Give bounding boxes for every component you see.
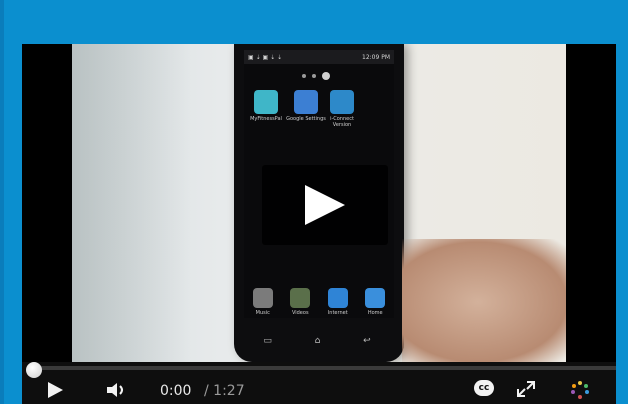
page-dot-active	[322, 72, 330, 80]
app-label: Google Settings	[286, 116, 326, 122]
dock-app-videos: Videos	[285, 288, 315, 316]
dock-app-internet: Internet	[323, 288, 353, 316]
music-icon	[252, 288, 273, 308]
fullscreen-button[interactable]	[516, 380, 536, 402]
time-current: 0:00	[160, 383, 192, 399]
phone-nav-bar: ▭ ⌂ ↩	[242, 336, 392, 346]
status-icons: ▣ ⇣ ▣ ⇣ ⇣	[248, 53, 283, 61]
myfitnesspal-icon	[254, 90, 278, 114]
scene-shadow	[72, 44, 192, 362]
fullscreen-icon	[517, 381, 535, 397]
closed-captions-icon: cc	[474, 380, 494, 396]
app-google-settings: Google Settings	[286, 90, 326, 122]
hand-in-video	[402, 239, 566, 362]
dock-label: Internet	[327, 310, 348, 316]
videos-icon	[290, 288, 311, 308]
status-time: 12:09 PM	[362, 53, 390, 61]
play-button[interactable]	[46, 381, 64, 403]
app-myfitnesspal: MyFitnessPal	[246, 90, 286, 122]
app-iconnect-version: i-Connect Version	[322, 90, 362, 128]
dock-app-home: Home	[360, 288, 390, 316]
sparkle-icon	[571, 381, 589, 399]
google-settings-icon	[294, 90, 318, 114]
video-player[interactable]: ▣ ⇣ ▣ ⇣ ⇣ 12:09 PM MyFitnessPal Google S…	[22, 44, 616, 404]
dock-label: Home	[367, 310, 383, 316]
closed-captions-button[interactable]: cc	[474, 380, 494, 396]
page-dot	[312, 74, 316, 78]
page-frame: ▣ ⇣ ▣ ⇣ ⇣ 12:09 PM MyFitnessPal Google S…	[0, 0, 628, 404]
more-button[interactable]	[568, 380, 592, 404]
progress-scrubber[interactable]	[26, 362, 42, 378]
phone-dock: Music Videos Internet Home	[244, 288, 394, 328]
dock-app-music: Music	[248, 288, 278, 316]
home-page-indicator	[302, 72, 342, 80]
controls-row: 0:00 / 1:27 cc	[22, 380, 616, 402]
home-icon	[365, 288, 386, 308]
volume-button[interactable]	[106, 381, 128, 403]
iconnect-icon	[330, 90, 354, 114]
time-total: / 1:27	[204, 383, 245, 399]
play-icon	[48, 382, 63, 398]
app-label: i-Connect Version	[330, 116, 354, 128]
player-controls: 0:00 / 1:27 cc	[22, 362, 616, 404]
progress-bar[interactable]	[32, 366, 616, 370]
volume-icon	[107, 383, 123, 397]
big-play-button[interactable]	[262, 165, 388, 245]
home-button-icon: ⌂	[314, 336, 321, 346]
play-icon	[305, 185, 345, 225]
frame-left-border	[0, 0, 4, 404]
page-dot	[302, 74, 306, 78]
phone-status-bar: ▣ ⇣ ▣ ⇣ ⇣ 12:09 PM	[244, 50, 394, 64]
menu-icon: ▭	[263, 336, 272, 346]
dock-label: Videos	[291, 310, 309, 316]
dock-label: Music	[255, 310, 270, 316]
internet-icon	[327, 288, 348, 308]
back-icon: ↩	[363, 336, 371, 346]
video-viewport[interactable]: ▣ ⇣ ▣ ⇣ ⇣ 12:09 PM MyFitnessPal Google S…	[22, 44, 616, 362]
app-label: MyFitnessPal	[250, 116, 282, 122]
